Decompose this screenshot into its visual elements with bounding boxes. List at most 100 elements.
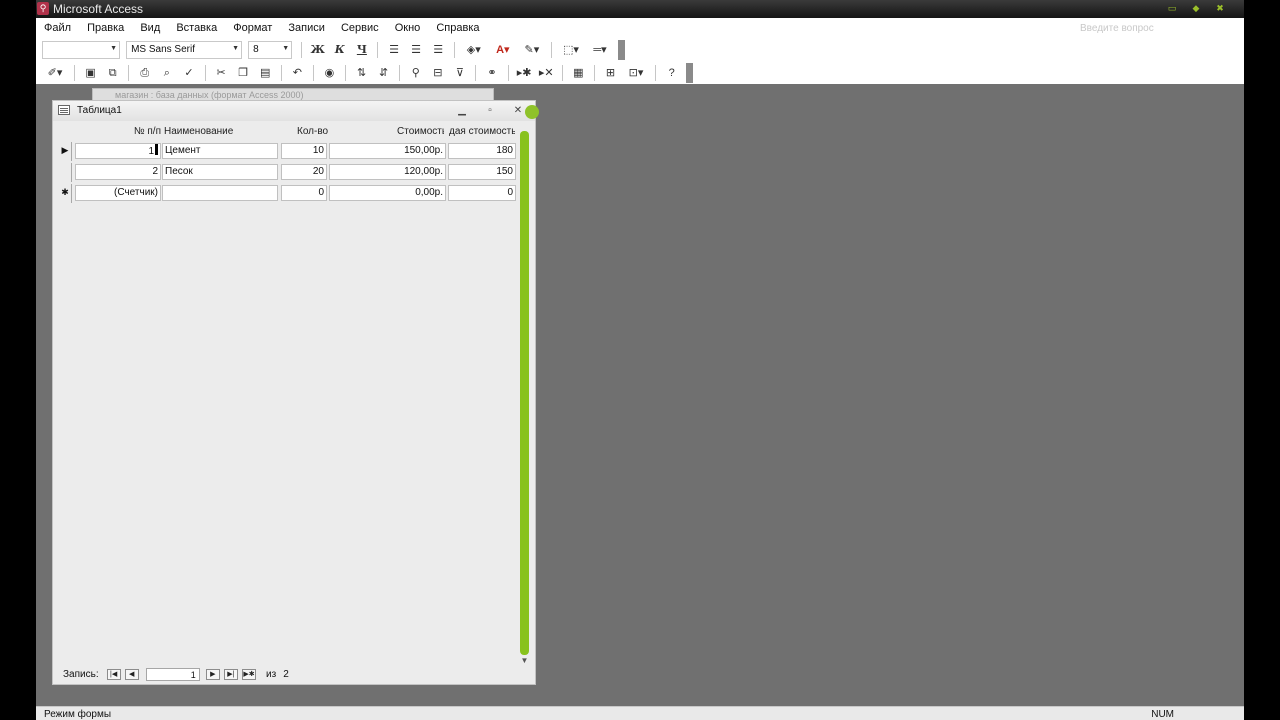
find-icon[interactable]: ⚭ bbox=[483, 64, 502, 82]
align-left-icon[interactable]: ☰ bbox=[385, 41, 404, 59]
cell-qty[interactable]: 0 bbox=[281, 185, 327, 201]
new-record-icon[interactable]: ✱ bbox=[59, 184, 72, 203]
object-select[interactable]: ▼ bbox=[42, 41, 120, 59]
toolbar-separator bbox=[74, 65, 76, 81]
record-selector-current-icon[interactable]: ▶ bbox=[59, 142, 72, 161]
cell-total[interactable]: 150 bbox=[448, 164, 516, 180]
new-object-icon[interactable]: ⊡▾ bbox=[623, 64, 649, 82]
print-icon[interactable]: ⎙ bbox=[135, 64, 154, 82]
chevron-down-icon: ▼ bbox=[282, 45, 290, 52]
form-maximize-icon[interactable]: ▫ bbox=[483, 104, 497, 117]
filter-by-selection-icon[interactable]: ⚲ bbox=[406, 64, 425, 82]
filter-by-form-icon[interactable]: ⊟ bbox=[428, 64, 447, 82]
current-record-input[interactable]: 1 bbox=[145, 668, 200, 681]
first-record-icon[interactable]: |◀ bbox=[106, 669, 121, 680]
hyperlink-icon[interactable]: ◉ bbox=[320, 64, 339, 82]
form-view-toolbar: ✐▾ ▣ ⧉ ⎙ ⌕ ✓ ✂ ❐ ▤ ↶ ◉ ⇅ ⇵ ⚲ ⊟ ⊽ ⚭ ▸✱ ▸✕… bbox=[42, 63, 694, 85]
window-title: Microsoft Access bbox=[53, 2, 144, 16]
cell-num[interactable]: 1 bbox=[75, 143, 161, 159]
underline-button[interactable]: Ч bbox=[352, 41, 371, 59]
menu-edit[interactable]: Правка bbox=[87, 22, 124, 34]
previous-record-icon[interactable]: ◀ bbox=[124, 669, 139, 680]
record-selector[interactable] bbox=[59, 163, 72, 182]
search-file-icon[interactable]: ⧉ bbox=[103, 64, 122, 82]
apply-filter-icon[interactable]: ⊽ bbox=[450, 64, 469, 82]
last-record-icon[interactable]: ▶| bbox=[223, 669, 238, 680]
font-name-select[interactable]: MS Sans Serif ▼ bbox=[126, 41, 243, 59]
delete-record-icon[interactable]: ▸✕ bbox=[537, 64, 556, 82]
toolbar-separator bbox=[128, 65, 130, 81]
help-icon[interactable]: ? bbox=[662, 64, 681, 82]
help-question-box[interactable]: Введите вопрос bbox=[1080, 23, 1190, 34]
cell-qty[interactable]: 10 bbox=[281, 143, 327, 159]
cell-total[interactable]: 0 bbox=[448, 185, 516, 201]
font-color-label: A bbox=[496, 44, 505, 56]
toolbar-separator bbox=[453, 42, 455, 58]
line-color-icon[interactable]: ✎▾ bbox=[519, 41, 545, 59]
table-row: 2 Песок 20 120,00р. 150 bbox=[58, 162, 520, 183]
paste-icon[interactable]: ▤ bbox=[256, 64, 275, 82]
toolbar-grip[interactable] bbox=[618, 40, 626, 60]
chevron-down-icon: ▼ bbox=[232, 45, 240, 52]
cell-cost[interactable]: 120,00р. bbox=[329, 164, 446, 180]
next-record-icon[interactable]: ▶ bbox=[205, 669, 220, 680]
menu-view[interactable]: Вид bbox=[140, 22, 160, 34]
cell-qty[interactable]: 20 bbox=[281, 164, 327, 180]
sort-descending-icon[interactable]: ⇵ bbox=[374, 64, 393, 82]
database-window-icon[interactable]: ⊞ bbox=[601, 64, 620, 82]
copy-icon[interactable]: ❐ bbox=[234, 64, 253, 82]
align-center-icon[interactable]: ☰ bbox=[407, 41, 426, 59]
cell-num[interactable]: 2 bbox=[75, 164, 161, 180]
toolbar-separator bbox=[345, 65, 346, 81]
spelling-icon[interactable]: ✓ bbox=[179, 64, 198, 82]
new-record-icon[interactable]: ▸✱ bbox=[515, 64, 534, 82]
form-close-icon[interactable]: ✕ bbox=[511, 104, 525, 117]
menu-tools[interactable]: Сервис bbox=[341, 22, 379, 34]
table-row-new: ✱ (Счетчик) 0 0,00р. 0 bbox=[58, 183, 520, 204]
vertical-scrollbar[interactable] bbox=[520, 131, 529, 655]
cell-name[interactable]: Цемент bbox=[162, 143, 278, 159]
cut-icon[interactable]: ✂ bbox=[212, 64, 231, 82]
font-size-select[interactable]: 8 ▼ bbox=[248, 41, 293, 59]
cell-name[interactable]: Песок bbox=[162, 164, 278, 180]
access-app-icon[interactable]: ⚲ bbox=[37, 2, 49, 15]
menu-window[interactable]: Окно bbox=[395, 22, 421, 34]
cell-cost[interactable]: 150,00р. bbox=[329, 143, 446, 159]
new-record-nav-icon[interactable]: ▶✱ bbox=[241, 669, 256, 680]
line-width-icon[interactable]: ═▾ bbox=[587, 41, 613, 59]
print-preview-icon[interactable]: ⌕ bbox=[157, 64, 176, 82]
save-icon[interactable]: ▣ bbox=[81, 64, 100, 82]
align-right-icon[interactable]: ☰ bbox=[429, 41, 448, 59]
toolbar-separator bbox=[377, 42, 379, 58]
menu-format[interactable]: Формат bbox=[233, 22, 272, 34]
toolbar-separator bbox=[550, 42, 552, 58]
font-color-button[interactable]: A▾ bbox=[490, 41, 516, 59]
form-minimize-icon[interactable]: ▁ bbox=[455, 104, 469, 117]
menu-records[interactable]: Записи bbox=[288, 22, 325, 34]
toolbar-separator bbox=[280, 65, 282, 81]
menu-insert[interactable]: Вставка bbox=[176, 22, 217, 34]
undo-icon[interactable]: ↶ bbox=[288, 64, 307, 82]
cell-cost[interactable]: 0,00р. bbox=[329, 185, 446, 201]
sort-ascending-icon[interactable]: ⇅ bbox=[352, 64, 371, 82]
cell-name[interactable] bbox=[162, 185, 278, 201]
cell-total[interactable]: 180 bbox=[448, 143, 516, 159]
menu-file[interactable]: Файл bbox=[44, 22, 71, 34]
scroll-down-icon[interactable]: ▼ bbox=[520, 656, 529, 665]
italic-button[interactable]: К bbox=[330, 41, 349, 59]
properties-icon[interactable]: ▦ bbox=[569, 64, 588, 82]
close-icon[interactable]: ✖ bbox=[1213, 2, 1227, 14]
menu-help[interactable]: Справка bbox=[436, 22, 479, 34]
toolbar-separator bbox=[312, 65, 314, 81]
bold-button[interactable]: Ж bbox=[308, 41, 327, 59]
cell-num[interactable]: (Счетчик) bbox=[75, 185, 161, 201]
restore-icon[interactable]: ◆ bbox=[1189, 2, 1203, 14]
minimize-icon[interactable]: ▭ bbox=[1165, 2, 1179, 14]
fill-color-icon[interactable]: ◈▾ bbox=[461, 41, 487, 59]
view-mode-icon[interactable]: ✐▾ bbox=[42, 64, 68, 82]
record-count-total: 2 bbox=[283, 669, 289, 680]
font-name-value: MS Sans Serif bbox=[131, 44, 195, 55]
toolbar-grip[interactable] bbox=[686, 63, 694, 83]
record-count-of: из bbox=[266, 669, 277, 680]
border-icon[interactable]: ⬚▾ bbox=[558, 41, 584, 59]
